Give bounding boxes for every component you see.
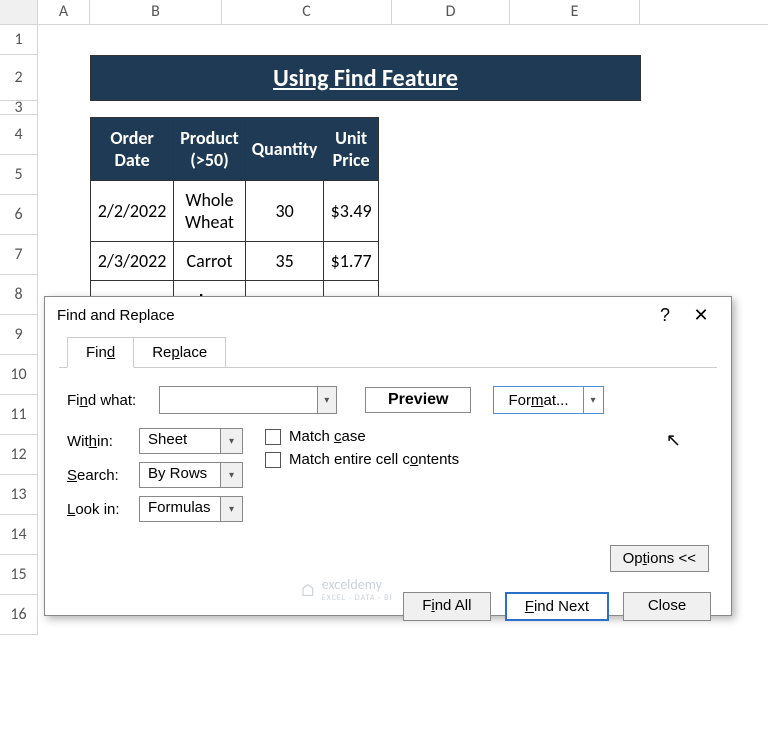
row-header-4[interactable]: 4	[0, 115, 38, 155]
header-unit-price[interactable]: Unit Price	[324, 118, 378, 181]
find-what-label: Find what:	[67, 392, 159, 409]
chevron-down-icon[interactable]: ▾	[317, 387, 337, 413]
row-header-15[interactable]: 15	[0, 555, 38, 595]
cell-qty[interactable]: 30	[245, 181, 324, 242]
format-dropdown-icon[interactable]: ▾	[583, 387, 603, 413]
row-header-11[interactable]: 11	[0, 395, 38, 435]
col-header-E[interactable]: E	[510, 0, 640, 24]
search-select[interactable]: By Rows ▾	[139, 462, 243, 488]
lookin-select[interactable]: Formulas ▾	[139, 496, 243, 522]
cell-qty[interactable]: 35	[245, 242, 324, 281]
table-header-row: Order Date Product (>50) Quantity Unit P…	[91, 118, 379, 181]
row-header-12[interactable]: 12	[0, 435, 38, 475]
search-label: Search:	[67, 467, 139, 484]
header-product[interactable]: Product (>50)	[174, 118, 246, 181]
close-button[interactable]: Close	[623, 592, 711, 621]
close-icon[interactable]: ✕	[683, 305, 719, 326]
tab-replace[interactable]: Replace	[133, 337, 226, 368]
search-value: By Rows	[140, 463, 220, 487]
header-order-date[interactable]: Order Date	[91, 118, 174, 181]
cell-product[interactable]: Carrot	[174, 242, 246, 281]
house-icon: ⌂	[300, 579, 316, 601]
help-button[interactable]: ?	[647, 305, 683, 326]
format-button-group[interactable]: Format... ▾	[493, 386, 603, 414]
cell-date[interactable]: 2/3/2022	[91, 242, 174, 281]
row-header-7[interactable]: 7	[0, 235, 38, 275]
dialog-title: Find and Replace	[57, 307, 647, 324]
lookin-value: Formulas	[140, 497, 220, 521]
select-all-corner[interactable]	[0, 0, 38, 24]
find-all-button[interactable]: Find All	[403, 592, 491, 621]
format-button[interactable]: Format...	[494, 387, 582, 413]
find-next-button[interactable]: Find Next	[505, 592, 609, 621]
find-what-combo[interactable]: ▾	[159, 386, 337, 414]
watermark: ⌂ exceldemy EXCEL · DATA · BI	[300, 576, 393, 603]
watermark-name: exceldemy	[322, 576, 382, 593]
row-header-9[interactable]: 9	[0, 315, 38, 355]
col-header-D[interactable]: D	[392, 0, 510, 24]
row-header-3[interactable]: 3	[0, 101, 38, 115]
chevron-down-icon[interactable]: ▾	[220, 429, 242, 453]
page-title[interactable]: Using Find Feature	[90, 55, 641, 101]
row-headers: 1 2 3 4 5 6 7 8 9 10 11 12 13 14 15 16	[0, 25, 38, 635]
within-value: Sheet	[140, 429, 220, 453]
find-replace-dialog: Find and Replace ? ✕ Find Replace Find w…	[44, 296, 732, 616]
cell-date[interactable]: 2/2/2022	[91, 181, 174, 242]
row-header-5[interactable]: 5	[0, 155, 38, 195]
chevron-down-icon[interactable]: ▾	[220, 463, 242, 487]
within-label: Within:	[67, 433, 139, 450]
row-header-13[interactable]: 13	[0, 475, 38, 515]
match-case-label: Match case	[289, 428, 366, 445]
cell-price[interactable]: $1.77	[324, 242, 378, 281]
header-quantity[interactable]: Quantity	[245, 118, 324, 181]
row-header-14[interactable]: 14	[0, 515, 38, 555]
lookin-label: Look in:	[67, 501, 139, 518]
column-headers: A B C D E	[0, 0, 768, 25]
cell-product[interactable]: Whole Wheat	[174, 181, 246, 242]
match-case-checkbox[interactable]	[265, 429, 281, 445]
find-what-input[interactable]	[160, 387, 317, 413]
row-header-6[interactable]: 6	[0, 195, 38, 235]
watermark-sub: EXCEL · DATA · BI	[322, 593, 393, 603]
col-header-C[interactable]: C	[222, 0, 392, 24]
col-header-B[interactable]: B	[90, 0, 222, 24]
row-header-10[interactable]: 10	[0, 355, 38, 395]
within-select[interactable]: Sheet ▾	[139, 428, 243, 454]
match-contents-label: Match entire cell contents	[289, 451, 459, 468]
dialog-header[interactable]: Find and Replace ? ✕	[45, 297, 731, 333]
tabs: Find Replace	[67, 337, 731, 368]
row-header-8[interactable]: 8	[0, 275, 38, 315]
row-header-1[interactable]: 1	[0, 25, 38, 55]
table-row: 2/2/2022 Whole Wheat 30 $3.49	[91, 181, 379, 242]
tab-content: Find what: ▾ Preview Format... ▾ ↖ Withi…	[59, 367, 717, 582]
match-contents-checkbox[interactable]	[265, 452, 281, 468]
chevron-down-icon[interactable]: ▾	[220, 497, 242, 521]
tab-find[interactable]: Find	[67, 337, 134, 368]
col-header-A[interactable]: A	[38, 0, 90, 24]
row-header-2[interactable]: 2	[0, 55, 38, 101]
table-row: 2/3/2022 Carrot 35 $1.77	[91, 242, 379, 281]
row-header-16[interactable]: 16	[0, 595, 38, 635]
format-preview: Preview	[365, 387, 471, 413]
options-button[interactable]: Options <<	[610, 545, 709, 572]
cursor-icon: ↖	[666, 430, 681, 451]
cell-price[interactable]: $3.49	[324, 181, 378, 242]
